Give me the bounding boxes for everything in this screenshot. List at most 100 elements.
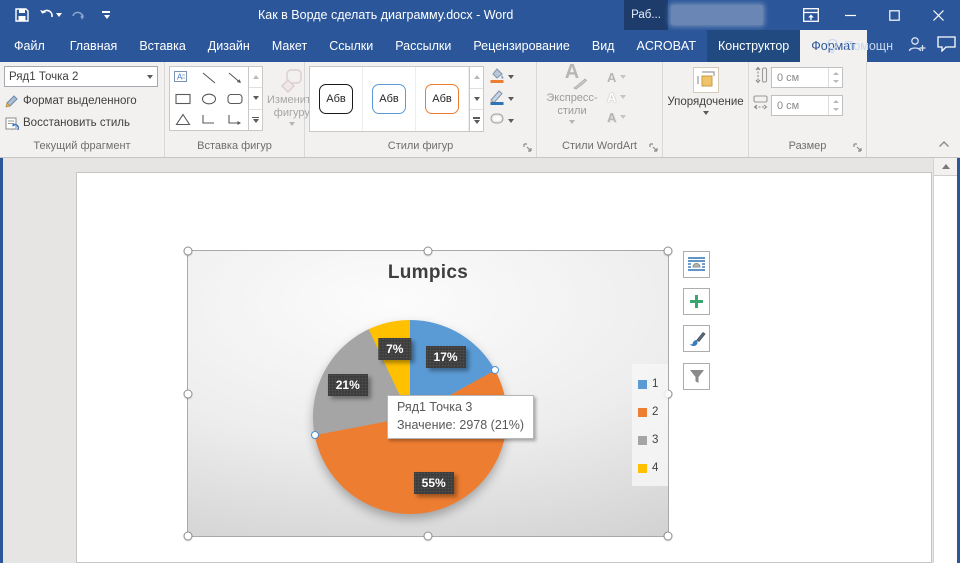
legend-swatch [638,436,647,445]
shape-fill-button[interactable] [487,67,516,87]
shape-styles-dialog-launcher[interactable] [522,142,534,154]
height-spin-arrows[interactable] [828,68,842,87]
line-icon [201,71,217,85]
shape-effects-icon [489,112,505,131]
shape-effects-button[interactable] [487,111,516,131]
text-fill-button[interactable]: А [607,67,626,87]
comments-button[interactable] [937,36,956,57]
resize-handle-sw[interactable] [184,532,193,541]
shapes-scroll-up-button[interactable] [249,67,262,88]
resize-handle-se[interactable] [664,532,673,541]
close-button[interactable] [916,0,960,30]
collapse-ribbon-button[interactable] [938,135,950,153]
legend-item[interactable]: 2 [638,398,668,426]
resize-handle-s[interactable] [424,532,433,541]
size-dialog-launcher[interactable] [852,142,864,154]
resize-handle-w[interactable] [184,389,193,398]
styles-more-button[interactable] [470,110,483,131]
tab-design[interactable]: Дизайн [197,30,261,62]
resize-handle-nw[interactable] [184,247,193,256]
undo-dropdown-arrow[interactable] [56,13,62,17]
styles-scroll-down-button[interactable] [470,89,483,111]
rectangle-icon [175,93,191,105]
save-button[interactable] [10,3,34,27]
customize-quick-access-button[interactable] [94,3,118,27]
layout-options-button[interactable] [683,251,710,278]
text-outline-icon: А [607,90,616,105]
data-point-handle[interactable] [491,366,499,374]
pie-data-label[interactable]: 55% [414,472,454,494]
pie-data-label[interactable]: 21% [328,374,368,396]
scrollbar-track[interactable] [934,176,957,563]
shape-line[interactable] [196,67,222,88]
legend-item[interactable]: 3 [638,426,668,454]
chart-legend[interactable]: 1 2 3 4 [632,364,668,486]
minimize-button[interactable] [828,0,872,30]
styles-scroll-up-button[interactable] [470,67,483,89]
tab-layout[interactable]: Макет [261,30,318,62]
width-spinner[interactable]: 0 см [771,95,843,116]
shape-style-3[interactable]: Абв [416,67,469,131]
text-outline-button[interactable]: А [607,87,626,107]
maximize-button[interactable] [872,0,916,30]
shape-outline-button[interactable] [487,89,516,109]
width-spin-arrows[interactable] [828,96,842,115]
shape-elbow-arrow-connector[interactable] [222,109,248,130]
resize-handle-n[interactable] [424,247,433,256]
tab-mailings[interactable]: Рассылки [384,30,462,62]
tab-acrobat[interactable]: ACROBAT [625,30,707,62]
shapes-scroll-down-button[interactable] [249,88,262,109]
tab-home[interactable]: Главная [59,30,129,62]
legend-item[interactable]: 1 [638,370,668,398]
shape-arrow[interactable] [222,67,248,88]
chart-element-selector[interactable]: Ряд1 Точка 2 [4,66,158,87]
shapes-more-button[interactable] [249,110,262,130]
text-effects-button[interactable]: А [607,107,626,127]
tab-review[interactable]: Рецензирование [462,30,581,62]
shape-rectangle[interactable] [170,88,196,109]
ribbon-display-options-icon [803,8,819,22]
shape-rounded-rectangle[interactable] [222,88,248,109]
chart-filters-button[interactable] [683,363,710,390]
elbow-arrow-icon [227,113,243,126]
scroll-up-icon [474,75,480,79]
resize-handle-ne[interactable] [664,247,673,256]
shape-triangle[interactable] [170,109,196,130]
wordart-dialog-launcher[interactable] [648,142,660,154]
window-controls [794,0,960,30]
shape-styles-label-text: Стили фигур [388,140,453,152]
reset-style-button[interactable]: Восстановить стиль [4,112,160,134]
shape-style-2[interactable]: Абв [363,67,416,131]
chart-styles-button[interactable] [683,325,710,352]
tab-references[interactable]: Ссылки [318,30,384,62]
height-spinner[interactable]: 0 см [771,67,843,88]
tab-chart-design[interactable]: Конструктор [707,30,800,62]
tab-view[interactable]: Вид [581,30,626,62]
vertical-scrollbar[interactable] [933,158,957,563]
ribbon-display-options-button[interactable] [794,0,828,30]
chart-elements-button[interactable] [683,288,710,315]
quick-styles-button[interactable]: А Экспресс-стили [541,66,603,128]
tab-insert[interactable]: Вставка [128,30,196,62]
chart-title[interactable]: Lumpics [188,262,668,284]
scroll-up-button[interactable] [934,158,957,176]
shape-style-1-preview: Абв [319,84,353,114]
data-point-handle[interactable] [311,431,319,439]
undo-button[interactable] [38,3,62,27]
share-button[interactable] [907,36,927,57]
chart-object[interactable]: Lumpics 17% 55% 21% 7% Ряд1 Точка 3 Знач… [187,250,669,537]
format-selection-button[interactable]: Формат выделенного [4,90,160,112]
redo-button[interactable] [66,3,90,27]
redacted-user-name [671,5,763,25]
shape-textbox[interactable]: A [170,67,196,88]
pie-data-label[interactable]: 7% [378,338,411,360]
shape-elbow-connector[interactable] [196,109,222,130]
shape-ellipse[interactable] [196,88,222,109]
shape-style-1[interactable]: Абв [310,67,363,131]
tab-file[interactable]: Файл [0,30,59,62]
close-icon [933,10,944,21]
tell-me-button[interactable]: Помощн [826,38,897,55]
legend-item[interactable]: 4 [638,454,668,482]
pie-data-label[interactable]: 17% [426,346,466,368]
arrange-button[interactable]: Упорядочение [667,66,744,115]
